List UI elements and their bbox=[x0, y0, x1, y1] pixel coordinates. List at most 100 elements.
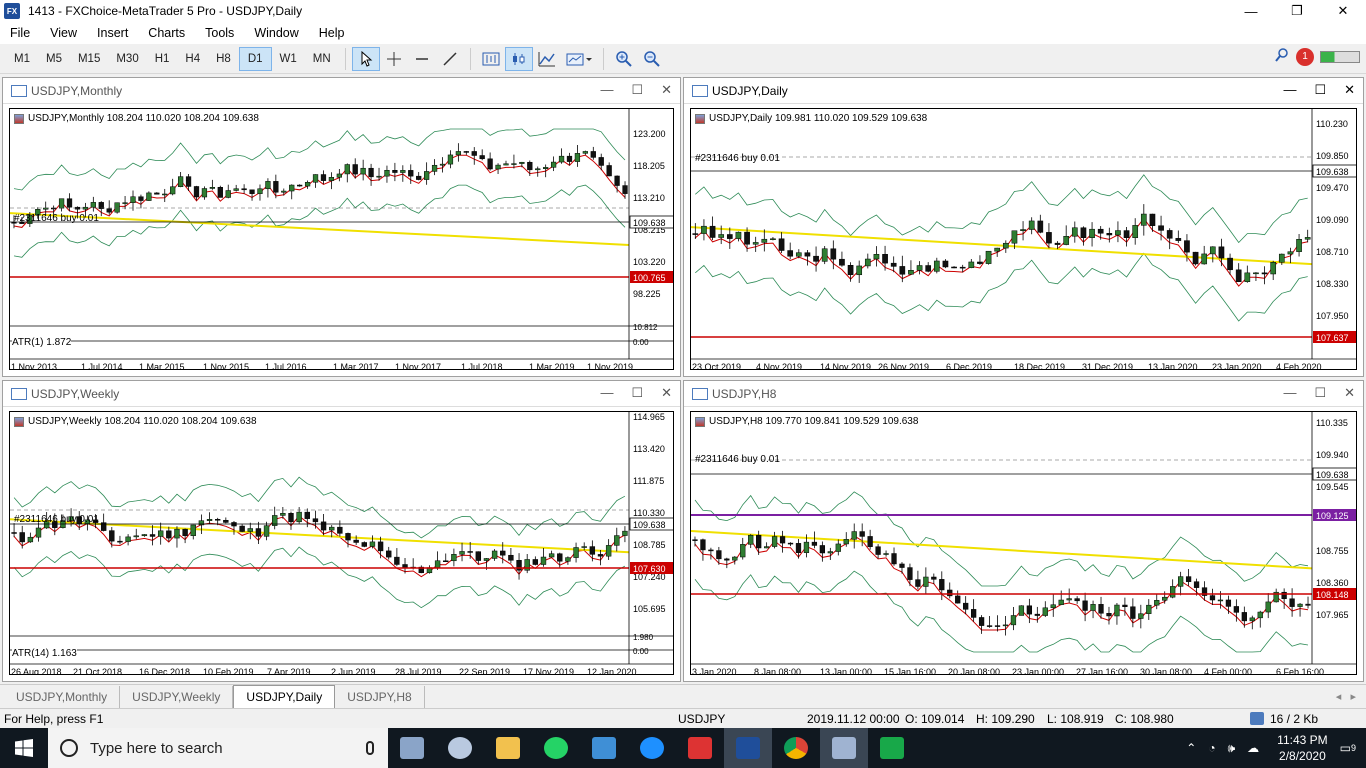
chart-window-monthly[interactable]: USDJPY,Monthly — ☐ ✕ USDJPY,Monthly 108.20… bbox=[2, 77, 681, 377]
tab-usdjpy-monthly[interactable]: USDJPY,Monthly bbox=[4, 686, 121, 708]
candle bbox=[231, 520, 237, 535]
maximize-icon[interactable]: ☐ bbox=[1314, 82, 1326, 98]
cursor-icon[interactable] bbox=[351, 46, 380, 71]
chart-plot-h8[interactable]: USDJPY,H8 109.770 109.841 109.529 109.63… bbox=[690, 411, 1357, 675]
chart-plot-daily[interactable]: USDJPY,Daily 109.981 110.020 109.529 109… bbox=[690, 108, 1357, 370]
chart-window-weekly[interactable]: USDJPY,Weekly — ☐ ✕ USDJPY,Weekly 108.204 … bbox=[2, 380, 681, 682]
clock[interactable]: 11:43 PM 2/8/2020 bbox=[1277, 732, 1327, 764]
menu-charts[interactable]: Charts bbox=[138, 26, 195, 40]
taskbar-app-whatsapp[interactable] bbox=[532, 728, 580, 768]
chart-icon bbox=[11, 387, 27, 400]
tab-usdjpy-daily[interactable]: USDJPY,Daily bbox=[233, 685, 336, 708]
candle bbox=[1273, 588, 1279, 603]
time-axis-tick: 30 Jan 08:00 bbox=[1140, 667, 1192, 675]
candle bbox=[614, 175, 620, 193]
taskbar-app-file-explorer[interactable] bbox=[484, 728, 532, 768]
candle bbox=[1063, 225, 1070, 246]
chart-window-title: USDJPY,Daily bbox=[712, 83, 788, 98]
taskbar-app-controller[interactable] bbox=[820, 728, 868, 768]
moving-average-line bbox=[13, 154, 626, 228]
network-icon[interactable]: ◔ bbox=[1208, 741, 1215, 755]
taskbar-app-remote-desktop[interactable] bbox=[580, 728, 628, 768]
maximize-icon[interactable]: ☐ bbox=[1314, 385, 1326, 401]
menu-insert[interactable]: Insert bbox=[87, 26, 138, 40]
taskbar-app-internet-explorer[interactable] bbox=[628, 728, 676, 768]
timeframe-m1[interactable]: M1 bbox=[6, 47, 38, 71]
taskbar-app-green[interactable] bbox=[868, 728, 916, 768]
chart-window-daily[interactable]: USDJPY,Daily — ☐ ✕ USDJPY,Daily 109.981 11… bbox=[683, 77, 1364, 377]
price-axis-tick: 109.850 bbox=[1316, 151, 1349, 161]
zoom-out-icon[interactable] bbox=[638, 47, 666, 71]
timeframe-m5[interactable]: M5 bbox=[38, 47, 70, 71]
menu-help[interactable]: Help bbox=[309, 26, 355, 40]
close-icon[interactable]: ✕ bbox=[1344, 82, 1355, 98]
candlestick-icon[interactable] bbox=[504, 46, 533, 71]
bar-chart-icon[interactable] bbox=[477, 47, 505, 71]
search-icon[interactable] bbox=[1274, 47, 1290, 66]
status-symbol: USDJPY bbox=[678, 712, 726, 726]
candle bbox=[709, 216, 716, 241]
candle bbox=[1154, 593, 1160, 610]
microphone-icon[interactable] bbox=[366, 741, 374, 755]
close-button[interactable]: ✕ bbox=[1320, 0, 1366, 22]
timeframe-w1[interactable]: W1 bbox=[272, 47, 305, 71]
close-icon[interactable]: ✕ bbox=[1344, 385, 1355, 401]
timeframe-m15[interactable]: M15 bbox=[70, 47, 108, 71]
line-chart-icon[interactable] bbox=[533, 47, 561, 71]
candle bbox=[201, 186, 208, 200]
app-icon: FX bbox=[4, 3, 20, 19]
title-bar: FX 1413 - FXChoice-MetaTrader 5 Pro - US… bbox=[0, 0, 1366, 22]
volume-icon[interactable]: 🕪 bbox=[1228, 741, 1236, 756]
taskbar-app-media[interactable] bbox=[676, 728, 724, 768]
tab-scroll-arrows[interactable]: ◂ ▸ bbox=[1336, 690, 1356, 703]
minimize-button[interactable]: — bbox=[1228, 0, 1274, 22]
notifications-icon[interactable]: ▭ 9 bbox=[1340, 741, 1356, 755]
notifications-badge[interactable]: 1 bbox=[1296, 47, 1314, 66]
maximize-button[interactable]: ❐ bbox=[1274, 0, 1320, 22]
taskbar-app-chrome[interactable] bbox=[772, 728, 820, 768]
maximize-icon[interactable]: ☐ bbox=[631, 385, 643, 401]
horizontal-line-icon[interactable] bbox=[408, 47, 436, 71]
chart-window-h8[interactable]: USDJPY,H8 — ☐ ✕ USDJPY,H8 109.770 109.841 … bbox=[683, 380, 1364, 682]
timeframe-mn[interactable]: MN bbox=[305, 47, 339, 71]
minimize-icon[interactable]: — bbox=[1283, 82, 1296, 98]
time-axis-tick: 2 Jun 2019 bbox=[331, 667, 376, 675]
minimize-icon[interactable]: — bbox=[600, 82, 613, 98]
cloud-icon[interactable]: ☁ bbox=[1247, 741, 1259, 755]
close-icon[interactable]: ✕ bbox=[661, 385, 672, 401]
timeframe-h4[interactable]: H4 bbox=[177, 47, 208, 71]
start-button[interactable] bbox=[0, 728, 48, 768]
taskbar-search[interactable]: Type here to search bbox=[48, 728, 388, 768]
candle bbox=[994, 247, 1001, 257]
timeframe-m30[interactable]: M30 bbox=[108, 47, 146, 71]
maximize-icon[interactable]: ☐ bbox=[631, 82, 643, 98]
candle bbox=[1034, 606, 1040, 623]
chart-plot-monthly[interactable]: USDJPY,Monthly 108.204 110.020 108.204 1… bbox=[9, 108, 674, 370]
crosshair-icon[interactable] bbox=[380, 47, 408, 71]
candle bbox=[263, 521, 270, 541]
taskbar-app-paint[interactable] bbox=[436, 728, 484, 768]
candle bbox=[590, 146, 596, 160]
timeframe-h1[interactable]: H1 bbox=[147, 47, 178, 71]
tab-usdjpy-weekly[interactable]: USDJPY,Weekly bbox=[120, 686, 234, 708]
timeframe-d1[interactable]: D1 bbox=[238, 46, 272, 71]
menu-window[interactable]: Window bbox=[244, 26, 308, 40]
menu-view[interactable]: View bbox=[40, 26, 87, 40]
taskbar-app-explorer-view[interactable] bbox=[388, 728, 436, 768]
candle bbox=[289, 184, 295, 200]
taskbar-app-metatrader[interactable] bbox=[724, 728, 772, 768]
minimize-icon[interactable]: — bbox=[1283, 385, 1296, 401]
minimize-icon[interactable]: — bbox=[600, 385, 613, 401]
chevron-up-icon[interactable]: ⌃ bbox=[1186, 741, 1196, 755]
tab-usdjpy-h8[interactable]: USDJPY,H8 bbox=[335, 686, 425, 708]
timeframe-h8[interactable]: H8 bbox=[208, 47, 239, 71]
menu-file[interactable]: File bbox=[0, 26, 40, 40]
menu-tools[interactable]: Tools bbox=[195, 26, 244, 40]
close-icon[interactable]: ✕ bbox=[661, 82, 672, 98]
candle bbox=[1170, 579, 1176, 599]
templates-icon[interactable] bbox=[561, 47, 597, 71]
zoom-in-icon[interactable] bbox=[610, 47, 638, 71]
trendline-icon[interactable] bbox=[436, 47, 464, 71]
chart-plot-weekly[interactable]: USDJPY,Weekly 108.204 110.020 108.204 10… bbox=[9, 411, 674, 675]
system-tray: ⌃ ◔ 🕪 ☁ 11:43 PM 2/8/2020 ▭ 9 bbox=[1180, 728, 1366, 768]
